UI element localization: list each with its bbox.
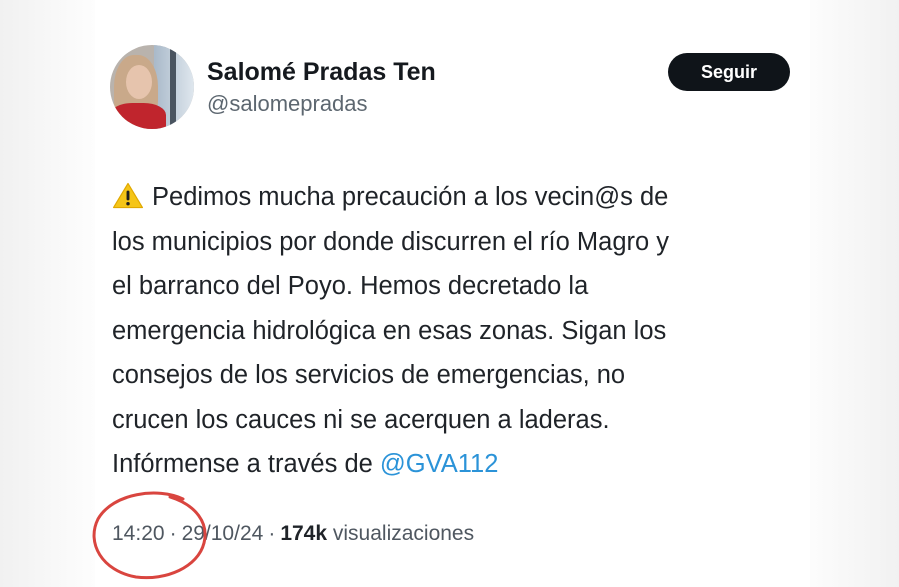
tweet-line-1: Pedimos mucha precaución a los vecin@s d… (112, 175, 802, 220)
author-handle[interactable]: @salomepradas (207, 91, 368, 117)
tweet-line-5: consejos de los servicios de emergencias… (112, 361, 626, 389)
right-margin (804, 0, 899, 587)
tweet-line-7-text: Infórmense a través de (112, 450, 380, 478)
tweet-meta: 14:20 · 29/10/24 · 174k visualizaciones (112, 522, 474, 546)
tweet-card: Salomé Pradas Ten @salomepradas Seguir P… (95, 0, 810, 587)
tweet-line-2: los municipios por donde discurren el rí… (112, 227, 670, 256)
avatar-window-frame (170, 45, 176, 129)
mention-link[interactable]: @GVA112 (380, 450, 499, 478)
tweet-line-3: el barranco del Poyo. Hemos decretado la (112, 272, 589, 300)
tweet-line-7: Infórmense a través de @GVA112 (112, 442, 802, 487)
avatar[interactable] (110, 45, 194, 129)
screenshot-page: Salomé Pradas Ten @salomepradas Seguir P… (0, 0, 899, 587)
meta-separator: · (169, 522, 177, 545)
tweet-line-4: emergencia hidrológica en esas zonas. Si… (112, 316, 667, 345)
follow-button[interactable]: Seguir (668, 53, 790, 91)
tweet-line-6: crucen los cauces ni se acerquen a lader… (112, 405, 610, 434)
author-display-name[interactable]: Salomé Pradas Ten (207, 58, 436, 87)
meta-separator: · (268, 522, 276, 545)
left-margin (0, 0, 95, 587)
tweet-line-1-text: Pedimos mucha precaución a los vecin@s d… (152, 183, 669, 211)
avatar-shirt (110, 103, 166, 129)
avatar-face (126, 65, 152, 99)
views-count: 174k (280, 522, 328, 545)
warning-icon (112, 182, 144, 209)
views-label: visualizaciones (332, 522, 475, 545)
tweet-time[interactable]: 14:20 (112, 522, 165, 545)
tweet-text: Pedimos mucha precaución a los vecin@s d… (112, 175, 802, 487)
tweet-date[interactable]: 29/10/24 (182, 522, 264, 545)
